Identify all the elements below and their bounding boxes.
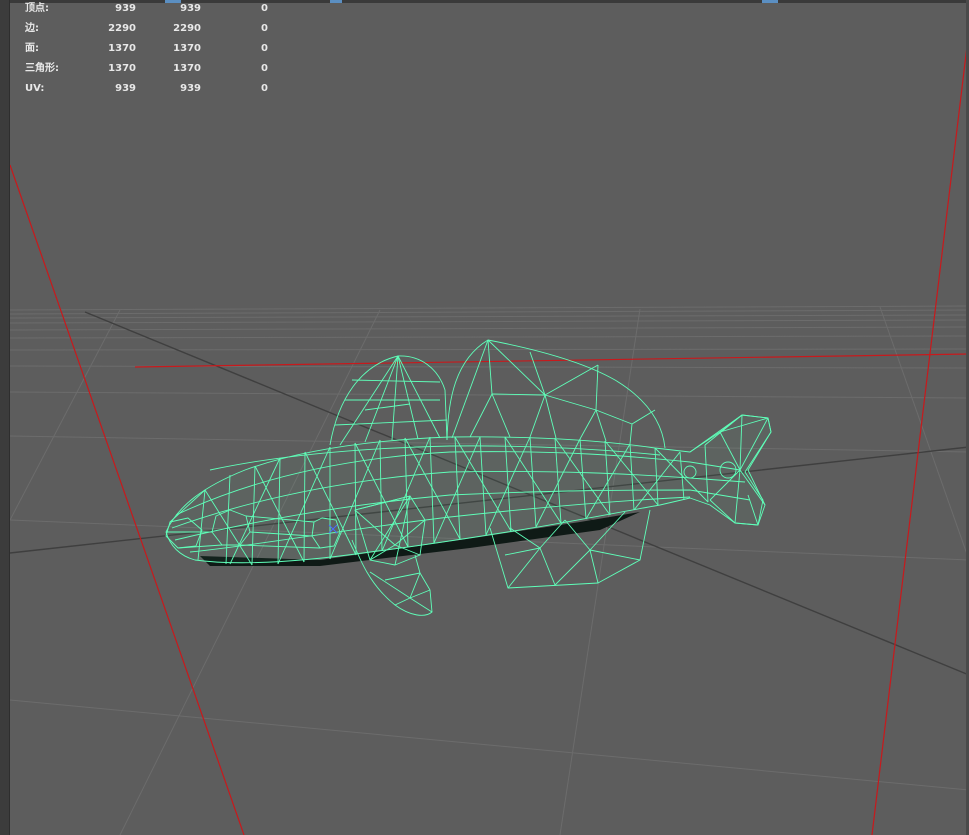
ground-grid: [9, 305, 969, 835]
hud-value: 939: [180, 83, 201, 94]
hud-value: 0: [261, 83, 268, 94]
3d-viewport[interactable]: 顶点: 939 939 0 边: 2290 2290 0 面: 1370 137…: [0, 0, 969, 835]
hud-value: 939: [115, 83, 136, 94]
hud-label: 面:: [25, 43, 39, 54]
hud-value: 939: [115, 3, 136, 14]
hud-value: 1370: [108, 43, 136, 54]
hud-value: 1370: [173, 63, 201, 74]
hud-label: UV:: [25, 83, 45, 94]
hud-value: 0: [261, 63, 268, 74]
hud-value: 939: [180, 3, 201, 14]
viewport-left-border: [0, 0, 10, 835]
hud-value: 2290: [173, 23, 201, 34]
hud-value: 0: [261, 43, 268, 54]
hud-value: 1370: [108, 63, 136, 74]
hud-value: 0: [261, 3, 268, 14]
hud-label: 顶点:: [25, 3, 49, 14]
hud-value: 0: [261, 23, 268, 34]
hud-label: 边:: [25, 23, 39, 34]
hud-value: 1370: [173, 43, 201, 54]
hud-label: 三角形:: [25, 63, 59, 74]
viewport-scene: [9, 37, 969, 835]
fish-wireframe-mesh[interactable]: [165, 339, 772, 616]
hud-value: 2290: [108, 23, 136, 34]
